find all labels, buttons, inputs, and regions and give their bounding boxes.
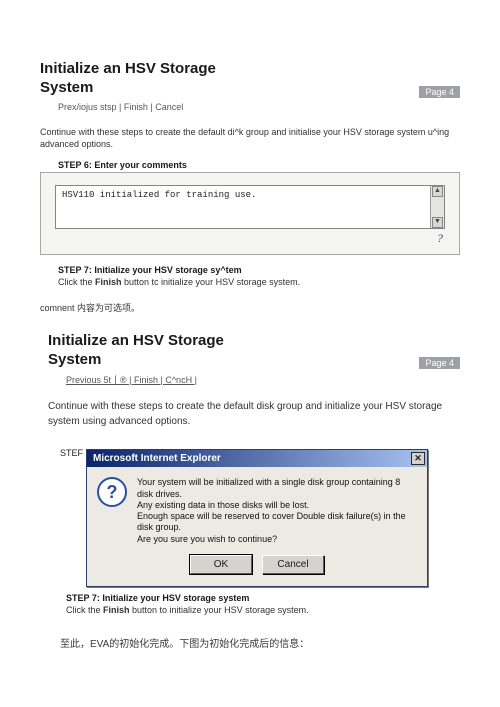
close-icon[interactable]: ✕ <box>411 452 425 465</box>
comments-panel: HSV110 initialized for training use. ▲ ▼… <box>40 172 460 255</box>
question-icon: ? <box>97 477 127 507</box>
msg-l3: Enough space will be reserved to cover D… <box>137 511 415 534</box>
help-icon[interactable]: ? <box>55 231 445 246</box>
finish-word-2: Finish <box>103 605 130 615</box>
s2c: button to initialize your HSV storage sy… <box>130 605 309 615</box>
page-title-2: Initialize an HSV Storage System <box>48 332 258 370</box>
intro-text-2: Continue with these steps to create the … <box>48 400 460 429</box>
ok-button[interactable]: OK <box>190 555 252 574</box>
step7a: Click the <box>58 277 95 287</box>
final-note: 至此，EVA的初始化完成。下图为初始化完成后的信息： <box>60 635 460 650</box>
msg-l4: Are you sure you wish to continue? <box>137 534 415 545</box>
stef-label: STEF <box>60 448 83 458</box>
confirm-dialog: Microsoft Internet Explorer ✕ ? Your sys… <box>86 449 428 587</box>
comment-note: comnent 内容为可选项。 <box>40 301 460 314</box>
section-2: Initialize an HSV Storage System Page 4 … <box>48 332 460 650</box>
step6-label: STEP 6: Enter your comments <box>58 160 460 170</box>
comments-textarea[interactable]: HSV110 initialized for training use. ▲ ▼ <box>55 185 445 229</box>
dialog-titlebar: Microsoft Internet Explorer ✕ <box>87 450 427 467</box>
page-badge: Page 4 <box>419 86 460 98</box>
dialog-title: Microsoft Internet Explorer <box>93 453 221 464</box>
msg-l1: Your system will be initialized with a s… <box>137 477 415 500</box>
step7-label-2: STEP 7: Initialize your HSV storage syst… <box>66 593 460 603</box>
intro-text: Continue with these steps to create the … <box>40 126 460 150</box>
step7c: button tc initialize your HSV storage sy… <box>122 277 301 287</box>
comments-text[interactable]: HSV110 initialized for training use. <box>56 186 430 228</box>
wizard-nav-2[interactable]: Previous 5t丨® | Finish | C^ncH | <box>66 373 460 386</box>
step7-desc-2: Click the Finish button to initialize yo… <box>66 605 460 615</box>
s2a: Click the <box>66 605 103 615</box>
section-1: Initialize an HSV Storage System Page 4 … <box>40 60 460 314</box>
scrollbar[interactable]: ▲ ▼ <box>430 186 444 228</box>
wizard-nav[interactable]: Prex/iojus stsp | Finish | Cancel <box>58 102 460 112</box>
step7-desc: Click the Finish button tc initialize yo… <box>58 277 460 287</box>
msg-l2: Any existing data in those disks will be… <box>137 500 415 511</box>
finish-word: Finish <box>95 277 122 287</box>
dialog-message: Your system will be initialized with a s… <box>137 477 415 545</box>
step7-label: STEP 7: Initialize your HSV storage sy^t… <box>58 265 460 275</box>
scroll-up-icon[interactable]: ▲ <box>432 186 443 197</box>
page-title: Initialize an HSV Storage System <box>40 60 250 98</box>
scroll-down-icon[interactable]: ▼ <box>432 217 443 228</box>
cancel-button[interactable]: Cancel <box>262 555 324 574</box>
page-badge-2: Page 4 <box>419 357 460 369</box>
